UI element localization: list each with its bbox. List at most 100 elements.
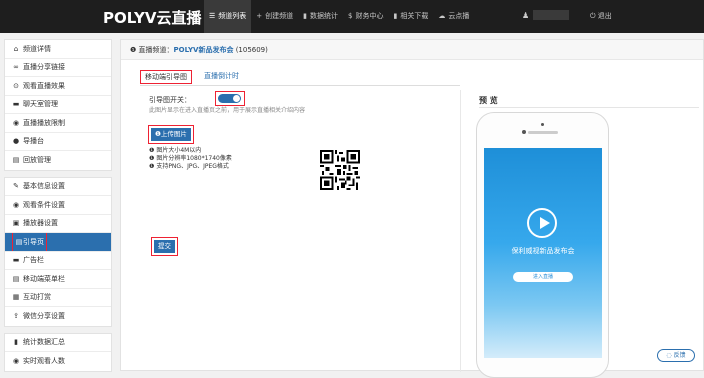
chat-bubble-icon: ◌ (666, 352, 672, 359)
ad-icon: ▬ (12, 256, 20, 264)
cloud-icon: ☁ (438, 12, 446, 20)
sidebar-item-basic-info[interactable]: ✎ 基本信息设置 (5, 178, 111, 196)
phone-screen: 保利威视新品发布会 进入直播 (484, 148, 602, 358)
logout-label: 退出 (597, 12, 612, 20)
eye-icon: ◉ (12, 357, 20, 365)
playback-icon: ▤ (12, 156, 20, 164)
feedback-button[interactable]: ◌ 反馈 (657, 349, 695, 362)
sidebar-item-chatroom[interactable]: ▬ 聊天室管理 (5, 96, 111, 114)
link-icon: ∞ (13, 63, 19, 71)
nav-label: 创建频道 (265, 12, 294, 20)
nav-label: 财务中心 (355, 12, 384, 20)
info-icon: ❶ (149, 155, 155, 162)
director-icon: ● (12, 137, 20, 145)
sidebar-item-watch-effect[interactable]: ⊙ 观看直播效果 (5, 77, 111, 96)
breadcrumb-channel[interactable]: POLYV新品发布会 (174, 46, 234, 54)
user-menu[interactable]: ♟ (522, 10, 570, 20)
sidebar-item-reward[interactable]: ▦ 互动打赏 (5, 289, 111, 307)
breadcrumb: ❶ 直播频道：POLYV新品发布会 (105609) (121, 40, 703, 60)
sidebar-item-channel-detail[interactable]: ⌂ 频道详情 (5, 40, 111, 59)
eye-icon: ◉ (12, 200, 20, 209)
play-icon (527, 208, 557, 238)
sidebar-item-guide-page[interactable]: ▤引导页 (5, 233, 111, 252)
nav-vod[interactable]: ☁ 云点播 (433, 0, 474, 33)
nav-label: 云点播 (448, 12, 470, 20)
requirement-text: 图片分辨率1080*1740像素 (156, 155, 232, 162)
sidebar-group-settings: ✎ 基本信息设置 ◉ 观看条件设置 ▣ 播放器设置 ▤引导页 ▬ 广告栏 ▤ 移动端菜单栏… (4, 176, 112, 327)
bar-chart-icon: ▮ (393, 12, 398, 20)
nav-label: 数据统计 (310, 12, 339, 20)
tab-bar: 移动端引导图 直播倒计时 (140, 70, 243, 84)
sidebar-group-channel: ⌂ 频道详情 ∞ 直播分享链接 ⊙ 观看直播效果 ▬ 聊天室管理 ◉ 直播播放限制 ● 导播… (4, 39, 112, 171)
sidebar-item-director[interactable]: ● 导播台 (5, 133, 111, 151)
sidebar-item-label: 基本信息设置 (23, 182, 65, 190)
qr-code-image (320, 150, 360, 190)
sidebar-item-label: 直播播放限制 (23, 118, 65, 127)
phone-mockup: 保利威视新品发布会 进入直播 (476, 112, 609, 378)
active-item-highlight: ▤引导页 (12, 233, 47, 251)
sidebar-item-label: 微信分享设置 (23, 312, 65, 320)
upload-button-highlight: ❶上传图片 (148, 125, 194, 144)
phone-camera (541, 123, 544, 126)
breadcrumb-channel-id: (105609) (235, 46, 268, 54)
guide-switch-toggle[interactable] (218, 94, 241, 103)
tab-mobile-guide[interactable]: 移动端引导图 (140, 70, 192, 84)
sidebar-item-mobile-menu[interactable]: ▤ 移动端菜单栏 (5, 270, 111, 289)
dollar-icon: $ (348, 12, 353, 20)
tab-divider (140, 85, 460, 86)
guide-switch-label: 引导图开关： (149, 96, 191, 104)
toggle-knob (233, 95, 240, 102)
requirement-text: 图片大小4M以内 (156, 147, 202, 154)
nav-downloads[interactable]: ▮ 相关下载 (388, 0, 433, 33)
sidebar-item-label: 观看条件设置 (23, 200, 65, 209)
submit-button[interactable]: 提交 (154, 240, 175, 253)
phone-speaker (528, 131, 558, 134)
list-icon: ☰ (209, 12, 216, 20)
sidebar-item-playback[interactable]: ▤ 回放管理 (5, 151, 111, 170)
phone-sensor (522, 130, 526, 134)
eye-icon: ◉ (12, 118, 20, 127)
chat-icon: ▬ (12, 100, 20, 108)
logout-link[interactable]: ⏻ 退出 (590, 11, 612, 21)
sidebar-item-label: 聊天室管理 (23, 100, 58, 108)
sidebar: ⌂ 频道详情 ∞ 直播分享链接 ⊙ 观看直播效果 ▬ 聊天室管理 ◉ 直播播放限制 ● 导播… (4, 39, 112, 378)
bar-chart-icon: ▮ (303, 12, 308, 20)
bar-chart-icon: ▮ (14, 338, 18, 346)
preview-title: 预 览 (479, 96, 498, 105)
sidebar-item-label: 互动打赏 (23, 293, 51, 301)
event-title: 保利威视新品发布会 (511, 247, 575, 255)
top-navbar: POLYV云直播 ☰ 频道列表 + 创建频道 ▮ 数据统计 $ 财务中心 ▮ 相关下载 ☁… (0, 0, 704, 33)
upload-image-button[interactable]: ❶上传图片 (151, 128, 191, 141)
enter-live-button: 进入直播 (513, 272, 573, 282)
sidebar-item-label: 实时观看人数 (23, 357, 65, 365)
main-panel: ❶ 直播频道：POLYV新品发布会 (105609) 移动端引导图 直播倒计时 … (120, 39, 704, 378)
user-icon: ♟ (522, 10, 530, 20)
sidebar-item-stats-summary[interactable]: ▮ 统计数据汇总 (5, 334, 111, 352)
tab-countdown[interactable]: 直播倒计时 (200, 70, 243, 84)
sidebar-item-ad-bar[interactable]: ▬ 广告栏 (5, 252, 111, 270)
home-icon: ⌂ (13, 44, 19, 53)
eye-circle-icon: ⊙ (13, 81, 19, 90)
nav-finance[interactable]: $ 财务中心 (343, 0, 388, 33)
sidebar-item-share-link[interactable]: ∞ 直播分享链接 (5, 59, 111, 77)
feedback-label: 反馈 (673, 352, 686, 359)
submit-button-highlight: 提交 (151, 237, 178, 256)
sidebar-item-watch-condition[interactable]: ◉ 观看条件设置 (5, 196, 111, 215)
power-icon: ⏻ (590, 12, 596, 20)
sidebar-item-label: 广告栏 (23, 256, 44, 264)
nav-statistics[interactable]: ▮ 数据统计 (298, 0, 343, 33)
pencil-icon: ✎ (13, 182, 19, 190)
sidebar-item-label: 导播台 (23, 137, 44, 145)
nav-create-channel[interactable]: + 创建频道 (251, 0, 298, 33)
sidebar-item-realtime-viewers[interactable]: ◉ 实时观看人数 (5, 352, 111, 371)
nav-channel-list[interactable]: ☰ 频道列表 (204, 0, 252, 33)
user-name-redacted (533, 10, 570, 20)
breadcrumb-prefix: 直播频道： (138, 46, 174, 54)
requirement-item: ❶ 图片大小4M以内 (149, 147, 232, 155)
sidebar-item-play-limit[interactable]: ◉ 直播播放限制 (5, 114, 111, 133)
sidebar-item-wechat-share[interactable]: ⇪ 微信分享设置 (5, 307, 111, 326)
sidebar-item-player[interactable]: ▣ 播放器设置 (5, 215, 111, 233)
polyv-logo[interactable]: POLYV云直播 (103, 7, 201, 28)
upload-requirements: ❶ 图片大小4M以内 ❶ 图片分辨率1080*1740像素 ❶ 支持PNG、JP… (149, 147, 232, 171)
main-nav: ☰ 频道列表 + 创建频道 ▮ 数据统计 $ 财务中心 ▮ 相关下载 ☁ 云点播 (204, 0, 474, 33)
